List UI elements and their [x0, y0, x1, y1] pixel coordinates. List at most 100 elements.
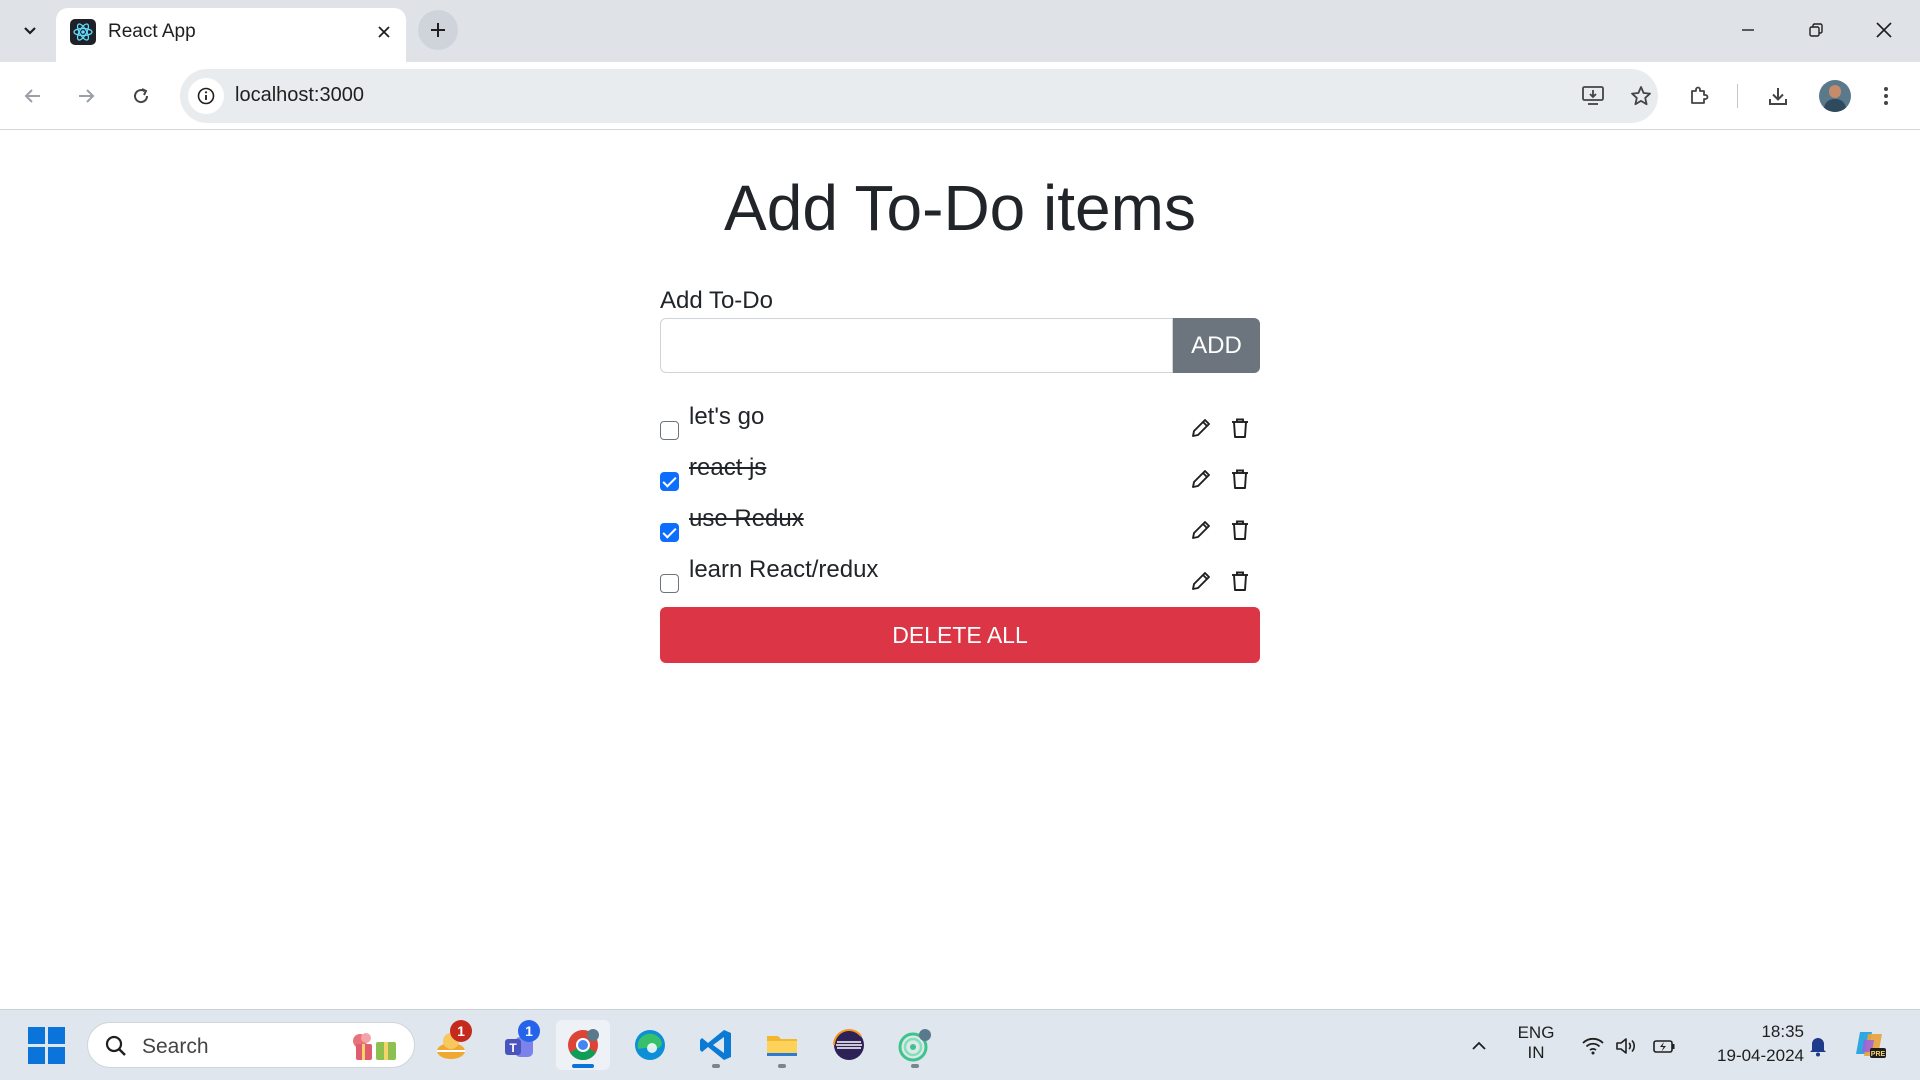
- file-explorer-icon: [764, 1027, 800, 1063]
- edge-icon: [632, 1027, 668, 1063]
- extensions-button[interactable]: [1679, 76, 1719, 116]
- gifts-icon: [353, 1033, 396, 1060]
- install-app-button[interactable]: [1575, 78, 1611, 114]
- pencil-icon: [1192, 521, 1210, 539]
- start-button[interactable]: [28, 1027, 66, 1065]
- taskbar-app-chrome-profile[interactable]: [888, 1020, 942, 1070]
- back-button[interactable]: [13, 76, 53, 116]
- clock-date: 19-04-2024: [1717, 1046, 1804, 1065]
- address-bar[interactable]: localhost:3000: [180, 69, 1658, 123]
- chevron-down-icon: [24, 27, 36, 35]
- arrow-right-icon: [79, 89, 95, 103]
- language-line1: ENG: [1517, 1023, 1555, 1042]
- speaker-icon: [1616, 1038, 1635, 1054]
- delete-todo-button[interactable]: [1225, 515, 1255, 545]
- page-content: Add To-Do items Add To-Do ADD let's go re…: [0, 131, 1920, 1009]
- page-title: Add To-Do items: [724, 172, 1196, 244]
- downloads-button[interactable]: [1758, 76, 1798, 116]
- browser-tab-strip: React App: [0, 0, 1920, 62]
- todo-input[interactable]: [660, 318, 1173, 373]
- svg-text:T: T: [509, 1041, 517, 1055]
- taskbar-app-vscode[interactable]: [689, 1020, 743, 1070]
- browser-tab[interactable]: React App: [56, 8, 406, 62]
- todo-text: react js: [689, 454, 767, 481]
- profile-avatar[interactable]: [1819, 80, 1851, 112]
- todo-text: let's go: [689, 403, 765, 430]
- delete-todo-button[interactable]: [1225, 464, 1255, 494]
- clock-time: 18:35: [1761, 1022, 1804, 1041]
- copilot-button[interactable]: PRE: [1850, 1024, 1890, 1064]
- copilot-icon: PRE: [1856, 1032, 1886, 1058]
- taskbar-app-chrome[interactable]: [556, 1020, 610, 1070]
- add-button[interactable]: ADD: [1173, 318, 1260, 373]
- chrome-profile-icon: [897, 1027, 933, 1063]
- todo-item: let's go: [660, 403, 1260, 454]
- todo-checkbox[interactable]: [660, 421, 679, 440]
- todo-item: react js: [660, 454, 1260, 505]
- url-text[interactable]: localhost:3000: [235, 84, 364, 107]
- clock[interactable]: 18:35 19-04-2024: [1688, 1022, 1804, 1066]
- todo-input-label: Add To-Do: [660, 287, 773, 314]
- edit-todo-button[interactable]: [1186, 515, 1216, 545]
- todo-checkbox[interactable]: [660, 574, 679, 593]
- todo-text: learn React/redux: [689, 556, 879, 583]
- edit-todo-button[interactable]: [1186, 566, 1216, 596]
- volume-button[interactable]: [1606, 1026, 1646, 1066]
- react-logo-icon: [70, 19, 96, 45]
- edit-todo-button[interactable]: [1186, 413, 1216, 443]
- taskbar: Search 1T1 ENG IN 18:35 19-04-2024 PRE: [0, 1009, 1920, 1080]
- delete-todo-button[interactable]: [1225, 413, 1255, 443]
- running-indicator: [778, 1064, 786, 1068]
- close-icon: [378, 26, 390, 38]
- minimize-button[interactable]: [1716, 8, 1780, 52]
- battery-button[interactable]: [1644, 1026, 1684, 1066]
- battery-charging-icon: [1653, 1040, 1675, 1053]
- minimize-icon: [1742, 29, 1754, 31]
- info-icon: [197, 87, 215, 105]
- new-tab-button[interactable]: [418, 10, 458, 50]
- vscode-icon: [698, 1027, 734, 1063]
- eclipse-icon: [831, 1027, 867, 1063]
- forward-button[interactable]: [66, 76, 106, 116]
- todo-checkbox[interactable]: [660, 472, 679, 491]
- taskbar-app-teams[interactable]: T1: [492, 1020, 546, 1070]
- toolbar-separator: [1737, 84, 1738, 108]
- language-line2: IN: [1527, 1043, 1545, 1062]
- notifications-button[interactable]: [1798, 1026, 1838, 1066]
- plus-icon: [431, 23, 445, 37]
- restore-button[interactable]: [1784, 8, 1848, 52]
- taskbar-app-eclipse[interactable]: [822, 1020, 876, 1070]
- star-icon: [1631, 86, 1651, 106]
- tab-title: React App: [108, 21, 196, 42]
- windows-logo-icon: [28, 1027, 45, 1044]
- close-icon: [1876, 22, 1892, 38]
- taskbar-search[interactable]: Search: [87, 1022, 415, 1068]
- taskbar-app-widgets[interactable]: 1: [424, 1020, 478, 1070]
- tab-close-button[interactable]: [370, 18, 398, 46]
- taskbar-app-file-explorer[interactable]: [755, 1020, 809, 1070]
- bookmark-star-button[interactable]: [1623, 78, 1659, 114]
- close-window-button[interactable]: [1852, 8, 1916, 52]
- edit-todo-button[interactable]: [1186, 464, 1216, 494]
- browser-menu-button[interactable]: [1866, 76, 1906, 116]
- todo-item: use Redux: [660, 505, 1260, 556]
- install-app-icon: [1582, 86, 1604, 105]
- reload-button[interactable]: [121, 76, 161, 116]
- language-indicator[interactable]: ENG IN: [1514, 1023, 1558, 1063]
- notification-badge: 1: [450, 1020, 472, 1042]
- taskbar-app-edge[interactable]: [623, 1020, 677, 1070]
- chrome-icon: [565, 1027, 601, 1063]
- running-indicator: [911, 1064, 919, 1068]
- delete-all-button[interactable]: DELETE ALL: [660, 607, 1260, 663]
- delete-todo-button[interactable]: [1225, 566, 1255, 596]
- todo-checkbox[interactable]: [660, 523, 679, 542]
- trash-icon: [1232, 520, 1248, 540]
- download-icon: [1769, 88, 1787, 105]
- site-info-button[interactable]: [188, 78, 224, 114]
- tab-search-button[interactable]: [12, 12, 48, 48]
- browser-toolbar: localhost:3000: [0, 62, 1920, 130]
- todo-item: learn React/redux: [660, 556, 1260, 607]
- show-hidden-icons-button[interactable]: [1459, 1026, 1499, 1066]
- notification-badge: 1: [518, 1020, 540, 1042]
- trash-icon: [1232, 469, 1248, 489]
